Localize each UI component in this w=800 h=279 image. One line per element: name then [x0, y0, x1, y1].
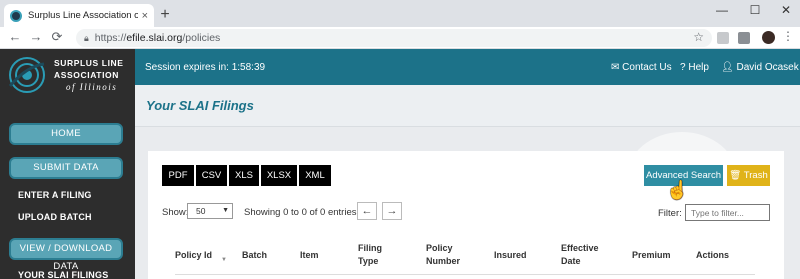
tab-title: Surplus Line Association of Illinois — [28, 10, 138, 21]
page-title: Your SLAI Filings — [146, 98, 254, 113]
export-csv-button[interactable]: CSV — [196, 165, 227, 186]
your-filings-link[interactable]: YOUR SLAI FILINGS — [18, 270, 108, 279]
contact-us-label: Contact Us — [622, 62, 672, 73]
prev-page-button[interactable]: ← — [357, 202, 377, 220]
logo-line-2: ASSOCIATION — [54, 70, 120, 80]
cast-icon[interactable] — [738, 32, 750, 44]
slai-emblem-icon — [8, 57, 45, 93]
browser-tab-strip: Surplus Line Association of Illinois × +… — [0, 0, 800, 27]
view-download-button[interactable]: VIEW / DOWNLOAD DATA — [9, 238, 123, 272]
browser-menu-icon[interactable]: ⋮ — [782, 29, 794, 43]
extension-icon[interactable] — [717, 32, 729, 44]
col-policy-number[interactable]: Policy Number — [426, 242, 468, 268]
filter-input[interactable] — [685, 204, 770, 221]
table-body — [175, 274, 755, 279]
help-link[interactable]: ? Help — [680, 62, 709, 73]
select-caret-icon: ▼ — [222, 207, 229, 214]
session-timer: Session expires in: 1:58:39 — [145, 62, 266, 73]
export-xlsx-button[interactable]: XLSX — [261, 165, 297, 186]
filter-label: Filter: — [658, 208, 682, 219]
show-label: Show: — [162, 207, 189, 218]
submit-data-button[interactable]: SUBMIT DATA — [9, 157, 123, 179]
export-pdf-button[interactable]: PDF — [162, 165, 194, 186]
contact-us-link[interactable]: ✉ Contact Us — [611, 62, 672, 73]
col-batch[interactable]: Batch — [242, 249, 267, 262]
hand-pointer-icon: ☝ — [666, 180, 689, 200]
upload-batch-link[interactable]: UPLOAD BATCH — [18, 212, 92, 222]
col-filing-type[interactable]: Filing Type — [358, 242, 398, 268]
logo-line-3: of Illinois — [66, 82, 118, 92]
lock-icon: 🔒︎ — [84, 32, 89, 43]
close-window-button[interactable]: ✕ — [776, 3, 796, 17]
trash-label: Trash — [743, 170, 768, 181]
site-favicon-icon — [10, 9, 22, 22]
export-xls-button[interactable]: XLS — [229, 165, 259, 186]
user-icon: 👤︎ — [721, 62, 737, 73]
browser-tab[interactable]: Surplus Line Association of Illinois × — [4, 4, 154, 27]
profile-avatar[interactable] — [762, 31, 775, 44]
col-policy-id[interactable]: Policy Id — [175, 249, 212, 262]
address-bar[interactable]: 🔒︎ https://efile.slai.org/policies ☆ — [76, 29, 712, 47]
help-label: Help — [688, 62, 709, 73]
sort-icon: ▼ — [221, 257, 227, 263]
col-premium[interactable]: Premium — [632, 249, 671, 262]
maximize-button[interactable]: ☐ — [745, 3, 765, 17]
user-menu[interactable]: 👤︎ David Ocasek ▾ — [721, 62, 800, 73]
col-actions: Actions — [696, 250, 730, 260]
col-effective-date[interactable]: Effective Date — [561, 242, 605, 268]
url-text: https://efile.slai.org/policies — [94, 32, 221, 44]
page-size-select[interactable]: 50 ▼ — [187, 203, 233, 219]
page-size-value: 50 — [196, 206, 206, 216]
envelope-icon: ✉ — [611, 62, 623, 73]
trash-icon: 🗑︎ — [729, 170, 744, 181]
minimize-button[interactable]: — — [712, 3, 732, 17]
trash-button[interactable]: 🗑︎ Trash — [727, 165, 770, 186]
new-tab-button[interactable]: + — [156, 6, 174, 24]
bookmark-star-icon[interactable]: ☆ — [693, 30, 704, 44]
reload-icon[interactable]: ⟳ — [48, 29, 66, 45]
home-button[interactable]: HOME — [9, 123, 123, 145]
slai-logo[interactable]: SURPLUS LINE ASSOCIATION of Illinois — [8, 56, 133, 96]
user-name: David Ocasek — [736, 62, 799, 73]
export-xml-button[interactable]: XML — [299, 165, 331, 186]
back-arrow-icon[interactable]: ← — [6, 29, 24, 44]
col-insured[interactable]: Insured — [494, 249, 527, 262]
logo-line-1: SURPLUS LINE — [54, 58, 124, 68]
forward-arrow-icon[interactable]: → — [27, 29, 45, 44]
entries-info: Showing 0 to 0 of 0 entries — [244, 207, 357, 218]
tab-close-icon[interactable]: × — [142, 10, 148, 22]
next-page-button[interactable]: → — [382, 202, 402, 220]
col-item[interactable]: Item — [300, 249, 319, 262]
enter-filing-link[interactable]: ENTER A FILING — [18, 190, 92, 200]
browser-toolbar: ← → ⟳ 🔒︎ https://efile.slai.org/policies… — [0, 27, 800, 49]
